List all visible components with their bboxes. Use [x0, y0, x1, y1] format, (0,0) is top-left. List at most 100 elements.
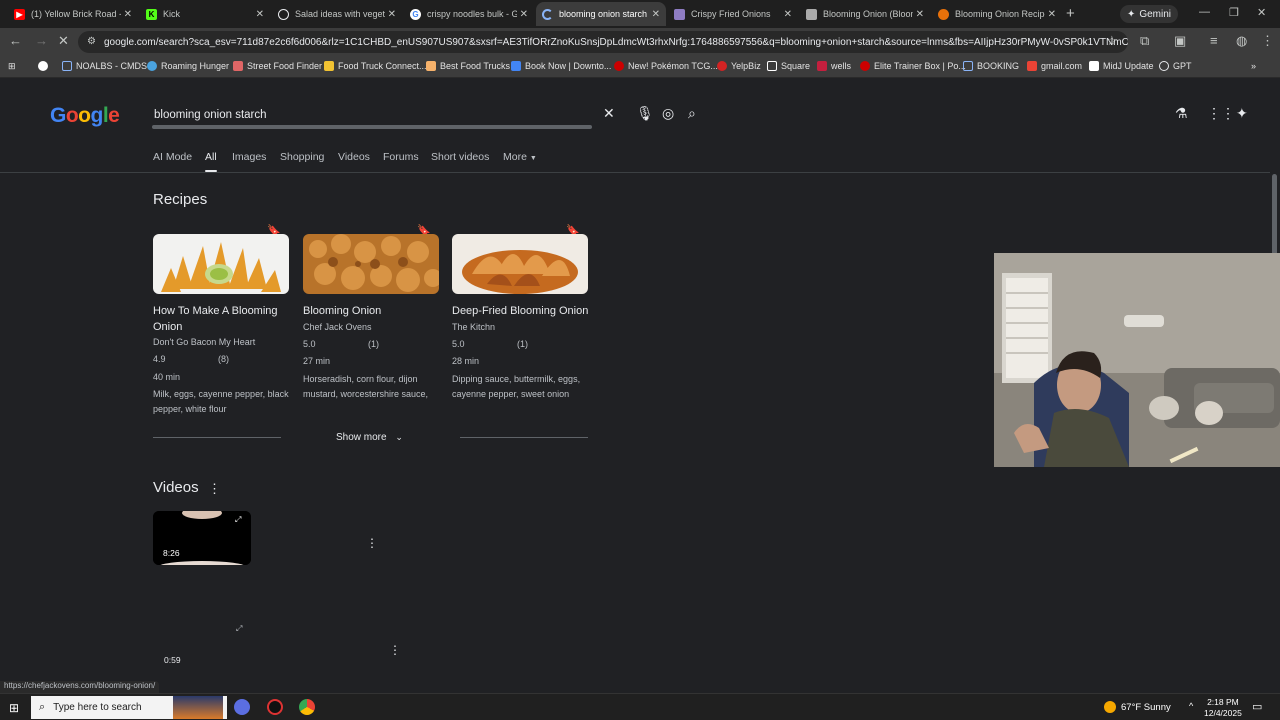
recipe-image[interactable]: [153, 234, 289, 294]
close-icon[interactable]: ✕: [652, 9, 660, 20]
tab-blooming-onion-starch[interactable]: blooming onion starch ✕: [536, 2, 666, 26]
weather-text: 67°F Sunny: [1121, 701, 1171, 713]
tab-kick[interactable]: K Kick ✕: [140, 2, 270, 26]
bookmark-food-truck-connect[interactable]: Food Truck Connect...: [324, 61, 427, 71]
tab-blooming-onion-recipe[interactable]: Blooming Onion Recipe ✕: [932, 2, 1062, 26]
bookmark-gpt[interactable]: GPT: [1159, 61, 1192, 71]
minimize-icon[interactable]: —: [1199, 6, 1210, 18]
tab-images[interactable]: Images: [232, 151, 266, 163]
media-icon[interactable]: ≡: [1210, 33, 1218, 48]
bookmark-gmail[interactable]: gmail.com: [1027, 61, 1082, 71]
taskbar-clock[interactable]: 2:18 PM 12/4/2025: [1204, 697, 1242, 719]
recipe-title[interactable]: How To Make A Blooming Onion: [153, 303, 291, 335]
tab-search-icon[interactable]: ▣: [1174, 33, 1186, 49]
tab-forums[interactable]: Forums: [383, 151, 419, 163]
chevron-up-icon[interactable]: ^: [1189, 701, 1193, 711]
show-more-button[interactable]: Show more ⌄: [336, 432, 403, 443]
bookmark-wells[interactable]: wells: [817, 61, 851, 71]
forward-icon[interactable]: →: [35, 33, 48, 48]
bookmark-best-food-trucks[interactable]: Best Food Trucks: [426, 61, 510, 71]
tab-ai-mode[interactable]: AI Mode: [153, 151, 192, 163]
restore-icon[interactable]: ❐: [1229, 6, 1239, 19]
recipe-card[interactable]: 🔖 How To Make A Blooming Onion Don't Go …: [153, 224, 291, 414]
tab-salad-ideas[interactable]: Salad ideas with vegeta ✕: [272, 2, 402, 26]
account-avatar[interactable]: ✦: [1236, 105, 1248, 122]
google-logo[interactable]: Google: [50, 104, 120, 128]
close-icon[interactable]: ✕: [520, 9, 528, 20]
close-icon[interactable]: ✕: [916, 9, 924, 20]
back-icon[interactable]: ←: [9, 33, 22, 48]
expand-icon[interactable]: ⤢: [236, 624, 242, 634]
extensions-icon[interactable]: ⧉: [1140, 33, 1149, 49]
bookmark-noalbs[interactable]: NOALBS - CMDS: [62, 61, 147, 71]
bookmark-roaming-hunger[interactable]: Roaming Hunger: [147, 61, 229, 71]
tab-videos[interactable]: Videos: [338, 151, 370, 163]
tab-more[interactable]: More ▼: [503, 151, 537, 163]
more-options-icon[interactable]: ⋮: [208, 481, 221, 497]
google-bookmark-icon[interactable]: [38, 61, 52, 71]
taskbar-search[interactable]: ⌕ Type here to search: [31, 696, 227, 719]
search-icon[interactable]: ⌕: [688, 105, 696, 122]
recipe-image[interactable]: [303, 234, 439, 294]
weather-widget[interactable]: 67°F Sunny: [1104, 701, 1171, 713]
bookmark-square[interactable]: Square: [767, 61, 810, 71]
search-input[interactable]: blooming onion starch: [146, 101, 594, 131]
recipe-card[interactable]: 🔖 Deep-Fried Blooming Onion The Kitchn 5…: [452, 224, 590, 414]
new-tab-icon[interactable]: +: [1066, 5, 1075, 22]
obs-icon[interactable]: [267, 699, 283, 715]
bookmarks-bar: ⊞ NOALBS - CMDS Roaming Hunger Street Fo…: [0, 56, 1280, 78]
tab-title: Crispy Fried Onions: [691, 9, 771, 19]
tab-all[interactable]: All: [205, 151, 217, 163]
bookmark-midj-update[interactable]: MidJ Update: [1089, 61, 1154, 71]
recipe-title[interactable]: Deep-Fried Blooming Onion: [452, 303, 590, 319]
star-icon[interactable]: ☆: [1106, 33, 1118, 49]
bookmark-elite-trainer-box[interactable]: Elite Trainer Box | Po...: [860, 61, 966, 71]
tab-crispy-fried-onions[interactable]: Crispy Fried Onions ✕: [668, 2, 798, 26]
expand-icon[interactable]: ⤢: [235, 515, 241, 525]
stop-icon[interactable]: ✕: [58, 33, 69, 49]
tab-shopping[interactable]: Shopping: [280, 151, 324, 163]
profile-icon[interactable]: ◍: [1236, 33, 1247, 49]
menu-icon[interactable]: ⋮: [1261, 33, 1274, 49]
lens-icon[interactable]: ◎: [662, 105, 674, 122]
recipe-source: Chef Jack Ovens: [303, 322, 372, 332]
gemini-button[interactable]: ✦ Gemini: [1120, 5, 1178, 23]
clear-icon[interactable]: ✕: [603, 105, 615, 122]
recipe-source: Don't Go Bacon My Heart: [153, 337, 256, 347]
tab-crispy-noodles[interactable]: G crispy noodles bulk - Go ✕: [404, 2, 534, 26]
notifications-icon[interactable]: ▭: [1252, 700, 1262, 713]
bookmark-book-now[interactable]: Book Now | Downto...: [511, 61, 611, 71]
recipe-card[interactable]: 🔖 Blooming Onion Chef Jack Ovens 5.0 (1)…: [303, 224, 441, 414]
caret-down-icon: ▼: [529, 155, 537, 162]
bookmark-yelpbiz[interactable]: YelpBiz: [717, 61, 761, 71]
recipe-image[interactable]: [452, 234, 588, 294]
tab-yellow-brick-road[interactable]: ▶ (1) Yellow Brick Road - Y ✕: [8, 2, 138, 26]
close-icon[interactable]: ✕: [784, 9, 792, 20]
app-icon[interactable]: [234, 699, 250, 715]
recipe-title[interactable]: Blooming Onion: [303, 303, 441, 319]
close-icon[interactable]: ✕: [124, 9, 132, 20]
close-icon[interactable]: ✕: [256, 9, 264, 20]
google-apps-icon[interactable]: ⋮⋮: [1207, 105, 1235, 122]
windows-start-icon[interactable]: ⊞: [9, 701, 19, 715]
tab-blooming-onion-bloon[interactable]: Blooming Onion (Bloon ✕: [800, 2, 930, 26]
site-info-icon[interactable]: ⚙: [87, 36, 96, 47]
close-icon[interactable]: ✕: [388, 9, 396, 20]
more-bookmarks-icon[interactable]: »: [1251, 61, 1256, 71]
search-progress: [152, 125, 592, 129]
divider: [153, 437, 281, 438]
address-bar[interactable]: ⚙ google.com/search?sca_esv=711d87e2c6f6…: [78, 31, 1128, 53]
bookmark-booking[interactable]: BOOKING: [963, 61, 1019, 71]
bookmark-pokemon-tcg[interactable]: New! Pokémon TCG...: [614, 61, 718, 71]
more-options-icon[interactable]: ⋮: [389, 643, 401, 657]
tab-title: Blooming Onion Recipe: [955, 9, 1045, 19]
chrome-icon[interactable]: [299, 699, 315, 715]
labs-icon[interactable]: ⚗: [1175, 105, 1188, 122]
tab-short-videos[interactable]: Short videos: [431, 151, 489, 163]
microphone-icon[interactable]: 🎙: [636, 105, 654, 122]
close-window-icon[interactable]: ✕: [1257, 6, 1266, 19]
close-icon[interactable]: ✕: [1048, 9, 1056, 20]
bookmark-street-food-finder[interactable]: Street Food Finder: [233, 61, 322, 71]
apps-icon[interactable]: ⊞: [8, 61, 16, 72]
more-options-icon[interactable]: ⋮: [366, 536, 378, 550]
